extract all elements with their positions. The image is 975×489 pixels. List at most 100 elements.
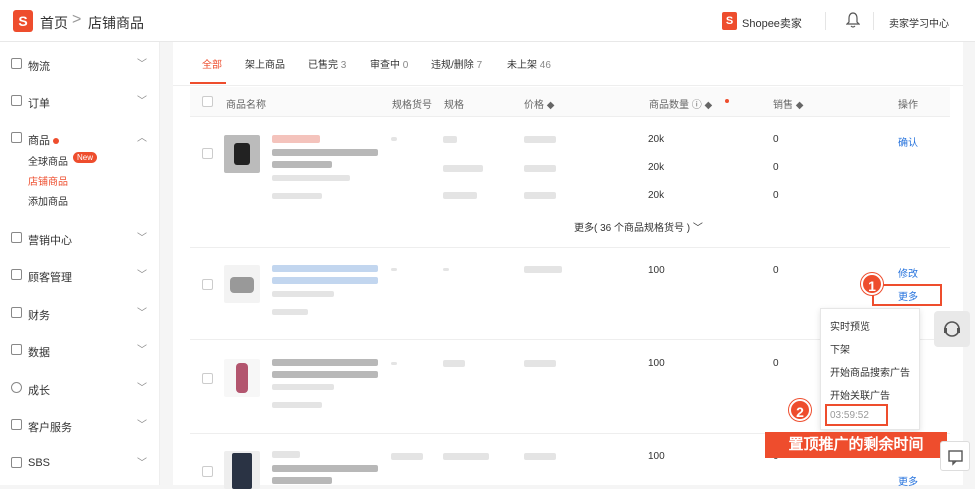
more-variations-link[interactable]: 更多( 36 个商品规格货号 ) ﹀ bbox=[574, 219, 703, 234]
tab-reviewing[interactable]: 审查中 0 bbox=[370, 56, 408, 71]
sidebar-sub-shop-products[interactable]: 店铺商品 bbox=[28, 173, 68, 188]
sales-value: 0 bbox=[773, 358, 779, 369]
sidebar-item-customers[interactable]: 顾客管理 ﹀ bbox=[0, 266, 160, 286]
top-bar: S 首页 > 店铺商品 S Shopee卖家 卖家学习中心 bbox=[0, 0, 975, 42]
product-thumbnail[interactable] bbox=[224, 359, 260, 397]
chevron-up-icon: ︿ bbox=[137, 133, 147, 144]
chevron-down-icon: ﹀ bbox=[137, 458, 147, 469]
message-icon bbox=[948, 450, 963, 466]
stock-value: 100 bbox=[648, 265, 665, 276]
active-tab-indicator bbox=[190, 82, 226, 84]
sidebar-item-label: 财务 bbox=[28, 310, 50, 322]
new-badge: New bbox=[73, 152, 98, 163]
tab-sold-out[interactable]: 已售完 3 bbox=[308, 56, 346, 71]
sidebar-item-customer-service[interactable]: 客户服务 ﹀ bbox=[0, 416, 160, 436]
notification-dot bbox=[725, 99, 729, 103]
sidebar-sub-add-product[interactable]: 添加商品 bbox=[28, 193, 68, 208]
stock-value: 100 bbox=[648, 358, 665, 369]
chat-icon bbox=[11, 419, 22, 430]
col-sales[interactable]: 销售 ◆ bbox=[773, 96, 803, 111]
sidebar-item-sbs[interactable]: SBS ﹀ bbox=[0, 454, 160, 474]
chevron-down-icon: ﹀ bbox=[137, 383, 147, 394]
row-checkbox[interactable] bbox=[202, 466, 213, 477]
sales-value: 0 bbox=[773, 265, 779, 276]
chevron-down-icon: ﹀ bbox=[137, 96, 147, 107]
col-name: 商品名称 bbox=[226, 100, 266, 111]
table-header: 商品名称 规格货号 规格 价格 ◆ 商品数量 ⓘ ◆ 销售 ◆ 操作 bbox=[190, 87, 950, 117]
breadcrumb-separator: > bbox=[72, 11, 82, 28]
product-thumbnail[interactable] bbox=[224, 451, 260, 489]
select-all-checkbox[interactable] bbox=[202, 96, 213, 107]
col-price[interactable]: 价格 ◆ bbox=[524, 96, 554, 111]
order-icon bbox=[11, 95, 22, 106]
headset-icon bbox=[944, 321, 960, 337]
col-sku: 规格货号 bbox=[392, 100, 432, 111]
sidebar-item-label: 客户服务 bbox=[28, 422, 72, 434]
breadcrumb-current: 店铺商品 bbox=[88, 15, 144, 31]
sidebar-item-marketing[interactable]: 营销中心 ﹀ bbox=[0, 229, 160, 249]
tab-violation[interactable]: 违规/删除 7 bbox=[431, 56, 482, 71]
learning-center-link[interactable]: 卖家学习中心 bbox=[889, 15, 949, 30]
sidebar-item-data[interactable]: 数据 ﹀ bbox=[0, 341, 160, 361]
chevron-down-icon: ﹀ bbox=[137, 59, 147, 70]
col-variation: 规格 bbox=[444, 100, 464, 111]
tab-live[interactable]: 架上商品 bbox=[245, 56, 285, 71]
col-action: 操作 bbox=[898, 100, 918, 111]
edit-link[interactable]: 修改 bbox=[898, 265, 918, 280]
sidebar: 物流 ﹀ 订单 ﹀ 商品 ︿ 全球商品 New 店铺商品 添加商品 营销中心 ﹀… bbox=[0, 42, 160, 485]
menu-item-search-ads[interactable]: 开始商品搜索广告 bbox=[830, 364, 910, 379]
sidebar-item-finance[interactable]: 财务 ﹀ bbox=[0, 304, 160, 324]
stock-value: 20k bbox=[648, 162, 665, 173]
product-thumbnail[interactable] bbox=[224, 265, 260, 303]
divider bbox=[825, 12, 826, 30]
tag-icon bbox=[11, 232, 22, 243]
sidebar-item-growth[interactable]: 成长 ﹀ bbox=[0, 379, 160, 399]
sidebar-item-logistics[interactable]: 物流 ﹀ bbox=[0, 55, 160, 75]
callout-box-more bbox=[872, 284, 942, 306]
confirm-link[interactable]: 确认 bbox=[898, 134, 918, 149]
sidebar-item-label: 商品 bbox=[28, 132, 59, 148]
seller-brand[interactable]: Shopee卖家 bbox=[742, 15, 802, 31]
row-checkbox[interactable] bbox=[202, 279, 213, 290]
sidebar-item-products[interactable]: 商品 ︿ bbox=[0, 129, 160, 149]
product-thumbnail[interactable] bbox=[224, 135, 260, 173]
stock-value: 20k bbox=[648, 134, 665, 145]
tab-all[interactable]: 全部 bbox=[202, 56, 222, 71]
more-link[interactable]: 更多 bbox=[898, 473, 918, 488]
notification-dot bbox=[53, 138, 59, 145]
sidebar-item-label: 数据 bbox=[28, 347, 50, 359]
bell-icon[interactable] bbox=[846, 12, 860, 29]
menu-item-live-preview[interactable]: 实时预览 bbox=[830, 318, 870, 333]
col-stock[interactable]: 商品数量 ⓘ ◆ bbox=[649, 96, 712, 111]
chevron-down-icon: ﹀ bbox=[137, 308, 147, 319]
stock-value: 100 bbox=[648, 451, 665, 462]
chat-float-button[interactable] bbox=[934, 311, 970, 347]
feedback-float-button[interactable] bbox=[940, 441, 970, 471]
tab-unlisted[interactable]: 未上架 46 bbox=[507, 56, 551, 71]
sidebar-item-label: 营销中心 bbox=[28, 235, 72, 247]
breadcrumb-home[interactable]: 首页 bbox=[40, 13, 68, 33]
menu-item-delist[interactable]: 下架 bbox=[830, 341, 850, 356]
user-icon bbox=[11, 269, 22, 280]
chevron-down-icon: ﹀ bbox=[137, 420, 147, 431]
status-tabs: 全部 架上商品 已售完 3 审查中 0 违规/删除 7 未上架 46 bbox=[173, 42, 963, 86]
annotation-badge-2: 2 bbox=[789, 399, 811, 421]
sidebar-sub-global-products[interactable]: 全球商品 bbox=[28, 153, 68, 168]
menu-item-discovery-ads[interactable]: 开始关联广告 bbox=[830, 387, 890, 402]
annotation-badge-1: 1 bbox=[861, 273, 883, 295]
stock-value: 20k bbox=[648, 190, 665, 201]
sidebar-item-label: 成长 bbox=[28, 385, 50, 397]
sales-value: 0 bbox=[773, 190, 779, 201]
callout-box-timer bbox=[825, 404, 888, 426]
shopee-logo-icon[interactable]: S bbox=[13, 10, 33, 32]
chevron-down-icon: ﹀ bbox=[137, 270, 147, 281]
row-checkbox[interactable] bbox=[202, 373, 213, 384]
sales-value: 0 bbox=[773, 134, 779, 145]
divider bbox=[190, 247, 950, 248]
annotation-banner: 置顶推广的剩余时间 bbox=[765, 432, 947, 458]
truck-icon bbox=[11, 58, 22, 69]
divider bbox=[873, 12, 874, 30]
sidebar-item-orders[interactable]: 订单 ﹀ bbox=[0, 92, 160, 112]
row-checkbox[interactable] bbox=[202, 148, 213, 159]
sidebar-item-label: 订单 bbox=[28, 98, 50, 110]
